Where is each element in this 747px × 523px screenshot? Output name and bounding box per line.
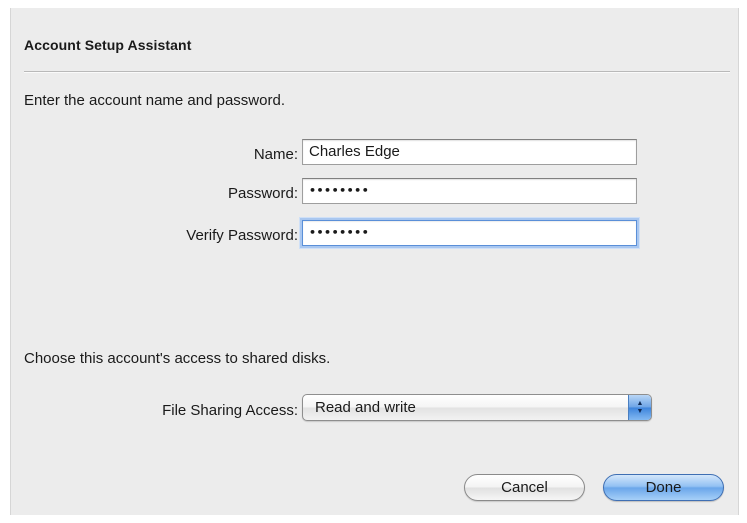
dialog-title: Account Setup Assistant xyxy=(24,37,192,53)
title-divider xyxy=(24,71,730,73)
cancel-button[interactable]: Cancel xyxy=(464,474,585,501)
file-sharing-label: File Sharing Access: xyxy=(162,402,298,419)
password-label: Password: xyxy=(227,185,298,202)
account-setup-dialog xyxy=(10,8,739,515)
access-prompt: Choose this account's access to shared d… xyxy=(24,350,331,367)
file-sharing-selected-value: Read and write xyxy=(315,399,416,416)
account-prompt: Enter the account name and password. xyxy=(24,92,285,109)
name-label: Name: xyxy=(253,146,298,163)
done-button[interactable]: Done xyxy=(603,474,724,501)
password-field[interactable]: •••••••• xyxy=(302,178,637,204)
verify-password-field[interactable]: •••••••• xyxy=(302,220,637,246)
verify-password-label: Verify Password: xyxy=(186,227,298,244)
file-sharing-popup[interactable]: Read and write ▲ ▼ xyxy=(302,394,652,421)
up-down-chevron-icon: ▲ ▼ xyxy=(628,395,651,420)
name-field[interactable]: Charles Edge xyxy=(302,139,637,165)
